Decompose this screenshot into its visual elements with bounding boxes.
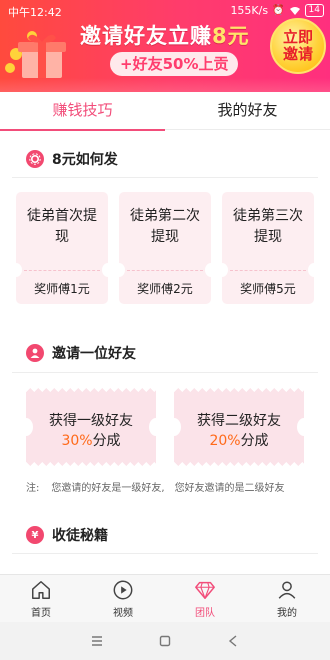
- section-divider: [12, 177, 318, 178]
- invite-banner[interactable]: 中午12:42 155K/s ⏰ 14 邀请好友立赚8元 +好友50%上贡 立即…: [0, 0, 330, 92]
- alarm-icon: ⏰: [272, 5, 285, 16]
- section-divider: [12, 372, 318, 373]
- invite-now-button[interactable]: 立即邀请: [270, 18, 326, 74]
- section-divider: [12, 553, 318, 554]
- yen-icon: ¥: [26, 526, 44, 544]
- note-label: 注:: [26, 483, 40, 494]
- task-card-reward: 奖师傅5元: [240, 282, 296, 296]
- nav-video[interactable]: 视频: [93, 579, 153, 619]
- ticket-share: 30%分成: [26, 430, 156, 450]
- note-first-level: 您邀请的好友是一级好友,: [51, 483, 165, 494]
- ticket-title: 获得二级好友: [197, 413, 281, 429]
- nav-mine[interactable]: 我的: [257, 579, 317, 619]
- section-invite-header: 邀请一位好友: [26, 343, 136, 363]
- task-card-first-withdraw: 徒弟首次提现 奖师傅1元: [16, 192, 108, 304]
- task-card-title: 徒弟第三次提现: [233, 208, 303, 245]
- task-card-third-withdraw: 徒弟第三次提现 奖师傅5元: [222, 192, 314, 304]
- section-how-title: 8元如何发: [52, 152, 118, 168]
- status-bar: 中午12:42 155K/s ⏰ 14: [0, 0, 330, 22]
- nav-home[interactable]: 首页: [11, 579, 71, 619]
- ticket-title: 获得一级好友: [49, 413, 133, 429]
- note-second-level: 您好友邀请的是二级好友: [174, 483, 285, 494]
- gift-box-icon: [5, 31, 66, 78]
- invite-now-label: 立即邀请: [282, 28, 313, 63]
- status-indicators: 155K/s ⏰ 14: [230, 4, 324, 17]
- system-nav-bar: [0, 622, 330, 660]
- ticket-suffix: 分成: [240, 433, 269, 449]
- back-icon[interactable]: [224, 632, 242, 650]
- diamond-icon: [195, 581, 215, 599]
- tab-earning-tips[interactable]: 赚钱技巧: [0, 92, 165, 131]
- nav-mine-label: 我的: [277, 608, 297, 619]
- task-card-second-withdraw: 徒弟第二次提现 奖师傅2元: [119, 192, 211, 304]
- banner-subtitle: +好友50%上贡: [110, 52, 239, 76]
- tab-my-friends[interactable]: 我的好友: [165, 92, 330, 130]
- section-secret-header: ¥ 收徒秘籍: [26, 525, 108, 545]
- ticket-suffix: 分成: [92, 433, 121, 449]
- bottom-nav: 首页 视频 团队 我的: [0, 574, 330, 622]
- gear-icon: [26, 150, 44, 168]
- user-icon: [26, 344, 44, 362]
- network-speed: 155K/s: [230, 4, 269, 17]
- banner-title-amount: 8元: [212, 24, 250, 48]
- status-time: 中午12:42: [8, 6, 62, 19]
- tab-bar: 赚钱技巧 我的好友: [0, 92, 330, 131]
- task-card-title: 徒弟第二次提现: [130, 208, 200, 245]
- section-secret-title: 收徒秘籍: [52, 528, 108, 544]
- home-square-icon[interactable]: [156, 632, 174, 650]
- nav-video-label: 视频: [113, 608, 133, 619]
- banner-title: 邀请好友立赚8元: [80, 20, 250, 50]
- home-icon: [32, 581, 50, 599]
- ticket-second-level-friend: 获得二级好友 20%分成: [167, 388, 311, 466]
- ticket-share: 20%分成: [174, 430, 304, 450]
- ticket-first-level-friend: 获得一级好友 30%分成: [19, 388, 163, 466]
- task-card-title: 徒弟首次提现: [27, 208, 97, 245]
- nav-home-label: 首页: [31, 608, 51, 619]
- play-icon: [113, 580, 133, 600]
- battery-icon: 14: [304, 4, 324, 17]
- ticket-percent: 20%: [209, 433, 241, 449]
- section-invite-title: 邀请一位好友: [52, 346, 136, 362]
- nav-team-label: 团队: [195, 608, 215, 619]
- wifi-icon: [289, 6, 300, 15]
- ticket-percent: 30%: [61, 433, 93, 449]
- task-card-reward: 奖师傅1元: [34, 282, 90, 296]
- section-how-header: 8元如何发: [26, 149, 118, 169]
- banner-title-main: 邀请好友立赚: [80, 24, 212, 48]
- invite-note: 注: 您邀请的好友是一级好友, 您好友邀请的是二级好友: [26, 479, 285, 494]
- menu-icon[interactable]: [88, 632, 106, 650]
- user-icon: [278, 581, 296, 599]
- task-card-reward: 奖师傅2元: [137, 282, 193, 296]
- nav-team[interactable]: 团队: [175, 579, 235, 619]
